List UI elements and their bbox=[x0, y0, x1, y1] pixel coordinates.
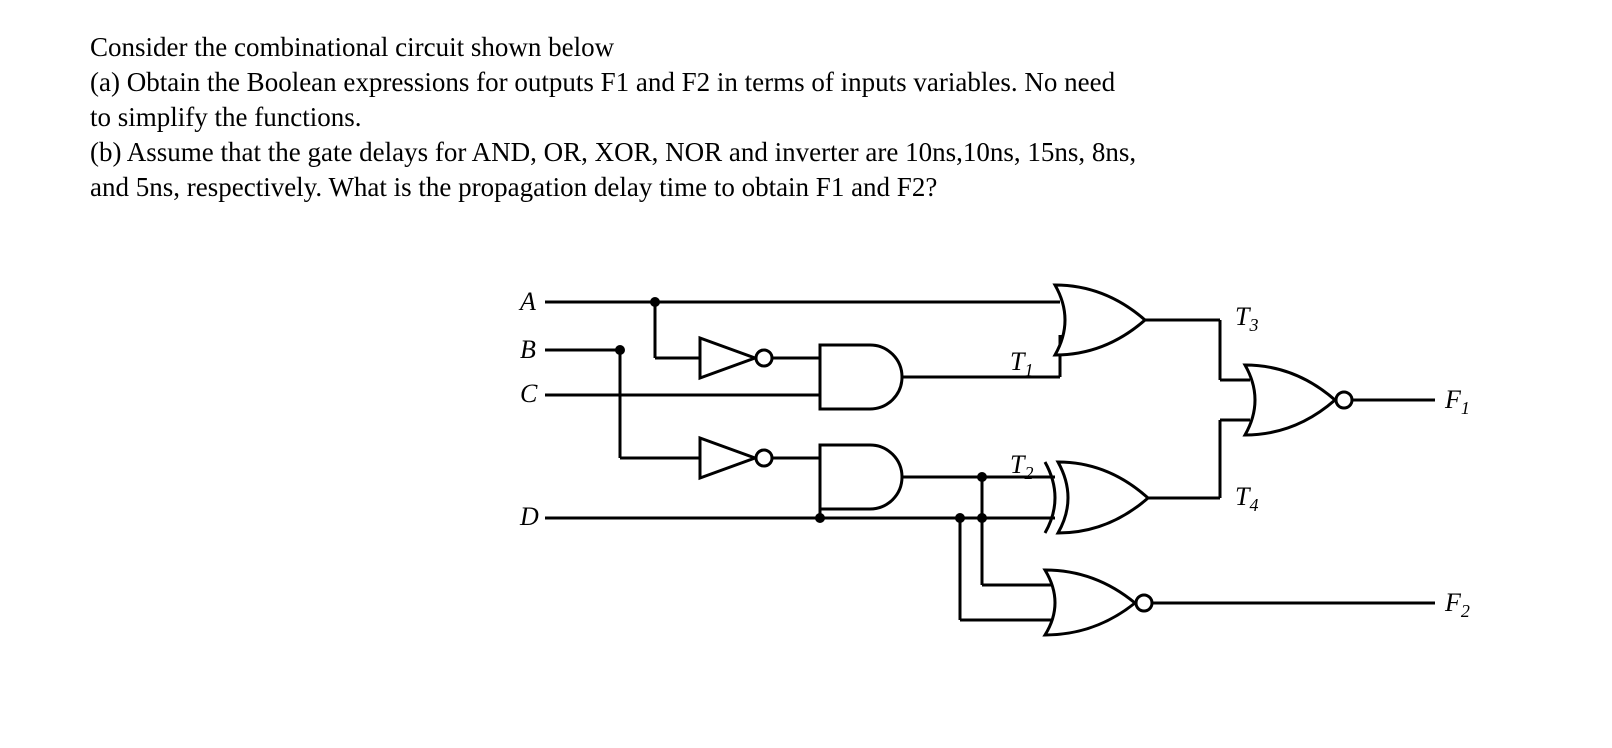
and-gate-t2 bbox=[820, 445, 982, 509]
nor-gate-f1 bbox=[1220, 365, 1435, 435]
t1-label: T1 bbox=[1010, 347, 1033, 380]
junction-d1 bbox=[815, 513, 825, 523]
input-b-label: B bbox=[520, 335, 536, 364]
intro-text: Consider the combinational circuit shown… bbox=[90, 30, 1140, 65]
circuit-diagram: A B C D T1 T2 bbox=[500, 280, 1500, 730]
f2-label: F2 bbox=[1444, 588, 1470, 621]
input-d-label: D bbox=[519, 502, 539, 531]
problem-text: Consider the combinational circuit shown… bbox=[90, 30, 1140, 205]
xor-gate-t4 bbox=[1045, 420, 1220, 533]
f1-label: F1 bbox=[1444, 385, 1470, 418]
part-a-text: (a) Obtain the Boolean expressions for o… bbox=[90, 65, 1140, 135]
or-gate-t3 bbox=[1055, 285, 1220, 380]
junction-a bbox=[650, 297, 660, 307]
junction-b bbox=[615, 345, 625, 355]
inverter-2 bbox=[700, 438, 820, 478]
nor-gate-f2 bbox=[1045, 570, 1435, 635]
t4-label: T4 bbox=[1235, 482, 1258, 515]
input-a-label: A bbox=[518, 287, 536, 316]
junction-d3 bbox=[955, 513, 965, 523]
input-c-label: C bbox=[520, 379, 538, 408]
t3-label: T3 bbox=[1235, 302, 1258, 335]
inverter-1 bbox=[655, 338, 820, 378]
part-b-text: (b) Assume that the gate delays for AND,… bbox=[90, 135, 1140, 205]
